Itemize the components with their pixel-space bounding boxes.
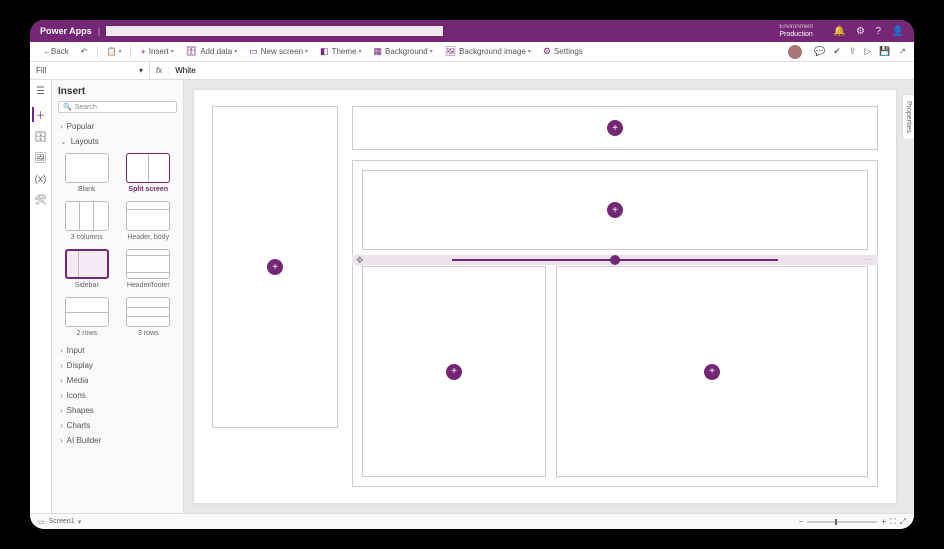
titlebar: Power Apps | Canvas Environment Producti… — [30, 20, 914, 42]
left-rail: ☰ ＋ 🗄 🖼 (x) 🛠 — [30, 80, 52, 513]
help-icon[interactable]: ? — [875, 26, 881, 37]
category-popular[interactable]: Popular — [58, 119, 177, 134]
notifications-icon[interactable]: 🔔 — [833, 26, 845, 37]
zoom-out-icon[interactable]: − — [799, 517, 804, 526]
app-context: Canvas — [106, 26, 443, 36]
properties-tab[interactable]: Properties — [902, 94, 914, 140]
zoom-slider[interactable] — [807, 521, 877, 523]
property-selector[interactable]: Fill▾ — [30, 62, 150, 79]
layout-blank[interactable]: Blank — [60, 153, 114, 193]
back-button[interactable]: ← Back — [38, 45, 74, 58]
fx-label: fx — [150, 66, 169, 75]
category-shapes[interactable]: Shapes — [58, 403, 177, 418]
search-input[interactable]: 🔍 Search — [58, 101, 177, 113]
popout-icon[interactable]: ⤢ — [900, 517, 906, 527]
comments-icon[interactable]: 💬 — [814, 46, 825, 57]
new-screen-button[interactable]: ▭New screen▾ — [244, 44, 313, 59]
panel-title: Insert — [58, 86, 177, 97]
publish-icon[interactable]: ↗ — [898, 46, 906, 57]
formula-input[interactable] — [169, 66, 914, 75]
status-bar: ▭ Screen1 ▾ − + ⛶ ⤢ — [30, 513, 914, 529]
paste-button[interactable]: 📋▾ — [102, 45, 127, 58]
app-name: Power Apps — [40, 26, 92, 36]
layout-2-rows[interactable]: 2 rows — [60, 297, 114, 337]
category-display[interactable]: Display — [58, 358, 177, 373]
theme-button[interactable]: ◧Theme▾ — [315, 44, 366, 59]
formula-bar: Fill▾ fx — [30, 62, 914, 80]
background-image-button[interactable]: 🖼Background image▾ — [440, 44, 536, 59]
save-icon[interactable]: 💾 — [879, 46, 890, 57]
add-button[interactable]: + — [704, 364, 720, 380]
category-icons[interactable]: Icons — [58, 388, 177, 403]
add-button[interactable]: + — [607, 202, 623, 218]
collab-avatar[interactable] — [788, 45, 802, 59]
category-input[interactable]: Input — [58, 343, 177, 358]
preview-icon[interactable]: ▷ — [864, 46, 871, 57]
category-charts[interactable]: Charts — [58, 418, 177, 433]
background-button[interactable]: ▦Background▾ — [368, 44, 437, 59]
app-window: Power Apps | Canvas Environment Producti… — [30, 20, 914, 529]
settings-button[interactable]: ⚙Settings — [538, 44, 588, 59]
canvas-splitter[interactable]: ✥ ⋯ — [352, 255, 878, 265]
more-icon[interactable]: ⋯ — [865, 256, 872, 264]
canvas-main-top[interactable]: + — [362, 170, 868, 250]
drag-handle-icon[interactable]: ✥ — [356, 255, 364, 266]
add-button[interactable]: + — [607, 120, 623, 136]
category-ai-builder[interactable]: AI Builder — [58, 433, 177, 448]
zoom-in-icon[interactable]: + — [881, 517, 886, 526]
design-canvas[interactable]: + + + ✥ ⋯ + + — [194, 90, 896, 503]
canvas-header-container[interactable]: + — [352, 106, 878, 150]
zoom-control[interactable]: − + ⛶ ⤢ — [799, 517, 906, 527]
share-icon[interactable]: ⇪ — [849, 46, 857, 57]
layout-3-columns[interactable]: 3 columns — [60, 201, 114, 241]
layout-header-footer[interactable]: Header/footer — [122, 249, 176, 289]
insert-panel: Insert 🔍 Search Popular Layouts Blank Sp… — [52, 80, 184, 513]
account-icon[interactable]: 👤 — [892, 26, 904, 37]
canvas-main-bottom-left[interactable]: + — [362, 266, 546, 477]
layouts-grid: Blank Split screen 3 columns Header, bod… — [58, 149, 177, 343]
command-bar: ← Back ↶ 📋▾ +Insert▾ 🗄Add data▾ ▭New scr… — [30, 42, 914, 62]
insert-button[interactable]: +Insert▾ — [135, 45, 178, 59]
rail-tree-icon[interactable]: ☰ — [36, 86, 45, 97]
add-button[interactable]: + — [267, 259, 283, 275]
rail-insert-icon[interactable]: ＋ — [32, 107, 46, 122]
fit-icon[interactable]: ⛶ — [890, 517, 896, 527]
add-data-button[interactable]: 🗄Add data▾ — [181, 44, 242, 59]
add-button[interactable]: + — [446, 364, 462, 380]
breadcrumb[interactable]: Screen1 — [49, 518, 75, 525]
search-icon: 🔍 — [63, 103, 72, 111]
rail-variables-icon[interactable]: (x) — [35, 174, 47, 185]
category-layouts[interactable]: Layouts — [58, 134, 177, 149]
rail-advanced-icon[interactable]: 🛠 — [34, 195, 47, 206]
body: ☰ ＋ 🗄 🖼 (x) 🛠 Insert 🔍 Search Popular La… — [30, 80, 914, 513]
breadcrumb-icon: ▭ — [38, 518, 45, 526]
rail-data-icon[interactable]: 🗄 — [34, 132, 47, 143]
canvas-sidebar-container[interactable]: + — [212, 106, 338, 428]
environment-picker[interactable]: Environment Production — [779, 23, 813, 39]
canvas-main-bottom-right[interactable]: + — [556, 266, 868, 477]
layout-split-screen[interactable]: Split screen — [122, 153, 176, 193]
undo-button[interactable]: ↶ — [76, 45, 93, 58]
checker-icon[interactable]: ✔ — [833, 46, 841, 57]
canvas-wrap: + + + ✥ ⋯ + + — [184, 80, 914, 513]
rail-media-icon[interactable]: 🖼 — [34, 153, 47, 164]
gear-icon[interactable]: ⚙ — [856, 26, 865, 37]
category-media[interactable]: Media — [58, 373, 177, 388]
layout-3-rows[interactable]: 3 rows — [122, 297, 176, 337]
layout-header-body[interactable]: Header, body — [122, 201, 176, 241]
splitter-knob[interactable] — [610, 255, 620, 265]
layout-sidebar[interactable]: Sidebar — [60, 249, 114, 289]
